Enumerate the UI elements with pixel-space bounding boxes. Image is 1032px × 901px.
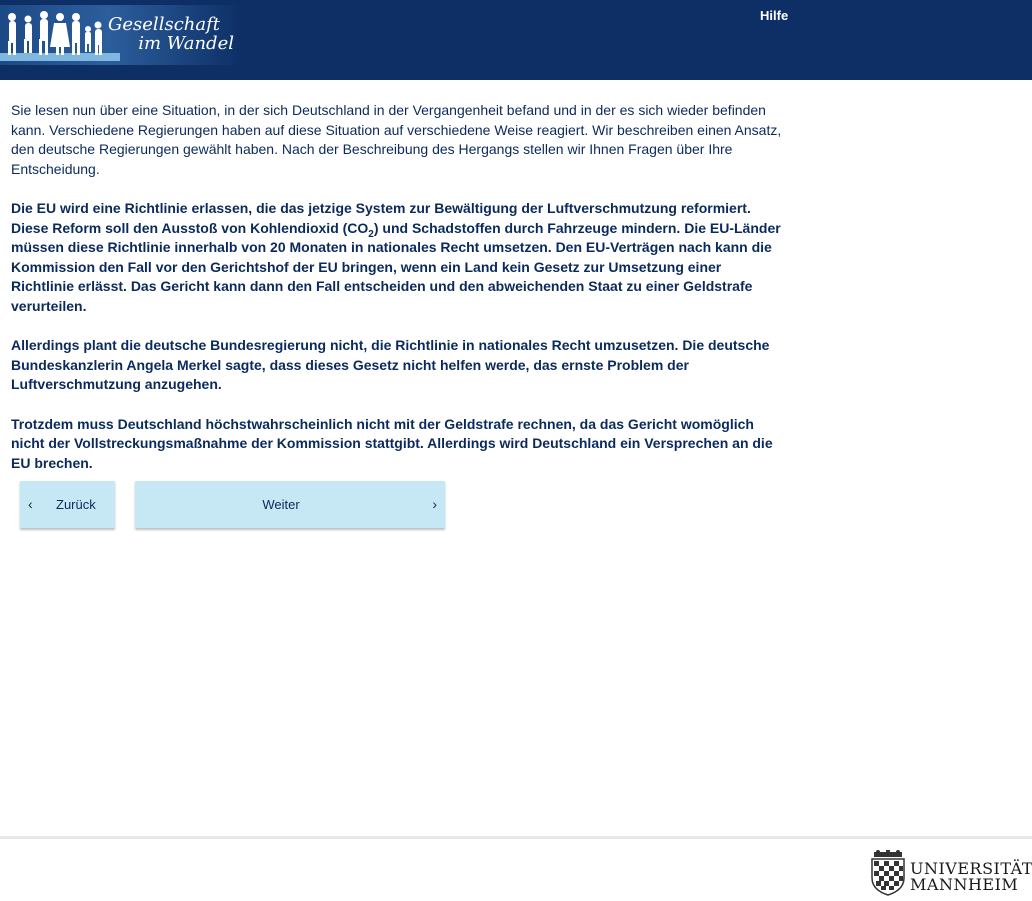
university-logo: UNIVERSITÄT MANNHEIM [868, 849, 1032, 896]
logo-title-line2: im Wandel [138, 33, 234, 54]
header-bar: Gesellschaft im Wandel Hilfe [0, 0, 1032, 80]
next-button[interactable]: Weiter › [135, 481, 445, 528]
logo-title-line1: Gesellschaft [108, 14, 220, 35]
scenario-paragraph-1: Die EU wird eine Richtlinie erlassen, di… [11, 199, 786, 317]
university-crest-icon [871, 849, 905, 896]
gesellschaft-im-wandel-logo: Gesellschaft im Wandel [0, 5, 242, 65]
chevron-left-icon: ‹ [28, 496, 33, 512]
university-name-line2: MANNHEIM [910, 875, 1019, 894]
footer-divider [0, 836, 1032, 839]
intro-paragraph: Sie lesen nun über eine Situation, in de… [11, 102, 782, 177]
back-button-label: Zurück [56, 497, 96, 512]
question-text: Sie lesen nun über eine Situation, in de… [11, 101, 786, 493]
help-link[interactable]: Hilfe [760, 8, 788, 23]
next-button-label: Weiter [262, 497, 300, 512]
people-silhouettes-icon [0, 11, 120, 61]
scenario-paragraph-2: Allerdings plant die deutsche Bundesregi… [11, 337, 770, 393]
scenario-paragraph-3: Trotzdem muss Deutschland höchstwahrsche… [11, 415, 773, 471]
chevron-right-icon: › [432, 496, 437, 512]
university-name: UNIVERSITÄT MANNHEIM [910, 861, 1032, 893]
back-button[interactable]: ‹ Zurück [20, 481, 115, 528]
